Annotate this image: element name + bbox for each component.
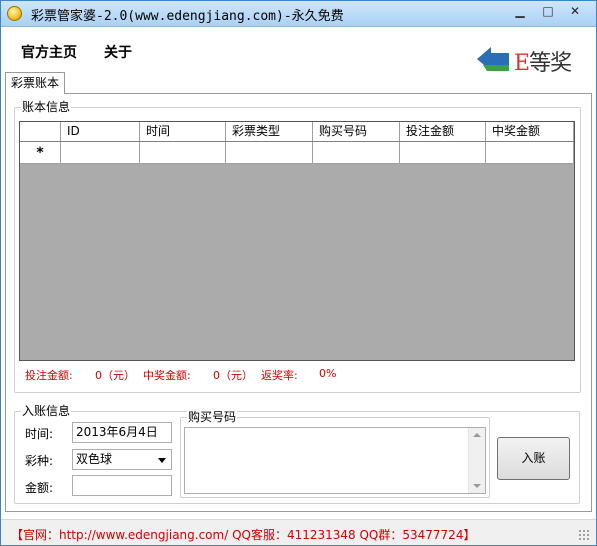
time-label: 时间: <box>25 427 54 441</box>
lottery-type-label: 彩种: <box>25 454 54 468</box>
logo-text: E等奖 <box>514 45 572 77</box>
dropdown-arrow-icon[interactable] <box>158 458 166 463</box>
return-ratio-value: 0% <box>319 367 337 380</box>
new-row-cell-win[interactable] <box>486 142 574 163</box>
return-ratio-label: 返奖率: <box>261 369 298 382</box>
new-row-marker: * <box>20 142 61 163</box>
app-coin-icon <box>7 6 22 21</box>
amount-label: 金额: <box>25 481 54 495</box>
lottery-type-value: 双色球 <box>76 452 113 466</box>
new-row-cell-id[interactable] <box>61 142 140 163</box>
win-total-value: 0（元） <box>213 369 253 382</box>
logo-prefix: E <box>514 51 530 76</box>
scroll-up-icon[interactable] <box>473 433 481 437</box>
menu-home[interactable]: 官方主页 <box>21 42 77 62</box>
account-group-title: 账本信息 <box>21 100 72 114</box>
lottery-type-select[interactable]: 双色球 <box>72 449 172 470</box>
app-window: 彩票管家婆-2.0(www.edengjiang.com)-永久免费 ▁ □ ✕… <box>0 0 597 546</box>
new-row-cell-time[interactable] <box>140 142 226 163</box>
column-header-win-amount[interactable]: 中奖金额 <box>486 122 574 141</box>
maximize-button[interactable]: □ <box>536 3 560 21</box>
grid-corner <box>20 122 61 141</box>
entry-group-title: 入账信息 <box>21 404 72 418</box>
grid-new-row[interactable]: * <box>20 142 574 164</box>
scroll-down-icon[interactable] <box>473 484 481 488</box>
new-row-cell-bet[interactable] <box>400 142 486 163</box>
amount-field[interactable] <box>72 475 172 496</box>
numbers-textarea[interactable] <box>184 427 486 494</box>
submit-entry-button[interactable]: 入账 <box>497 437 570 480</box>
resize-grip-icon[interactable] <box>578 529 590 541</box>
title-bar[interactable]: 彩票管家婆-2.0(www.edengjiang.com)-永久免费 ▁ □ ✕ <box>1 1 596 27</box>
status-bar: 【官网：http://www.edengjiang.com/ QQ客服：4112… <box>1 519 596 545</box>
close-button[interactable]: ✕ <box>563 3 587 21</box>
grid-header: ID 时间 彩票类型 购买号码 投注金额 中奖金额 <box>20 122 574 142</box>
column-header-id[interactable]: ID <box>61 122 140 141</box>
time-field[interactable]: 2013年6月4日 <box>72 422 172 443</box>
numbers-group-title: 购买号码 <box>187 410 238 424</box>
column-header-numbers[interactable]: 购买号码 <box>313 122 400 141</box>
bet-total-label: 投注金额: <box>25 369 73 382</box>
minimize-button[interactable]: ▁ <box>508 3 532 21</box>
menu-about[interactable]: 关于 <box>104 42 132 62</box>
column-header-type[interactable]: 彩票类型 <box>226 122 313 141</box>
column-header-bet-amount[interactable]: 投注金额 <box>400 122 486 141</box>
status-contact-text: 【官网：http://www.edengjiang.com/ QQ客服：4112… <box>11 528 476 542</box>
win-total-label: 中奖金额: <box>143 369 191 382</box>
tab-lottery-ledger[interactable]: 彩票账本 <box>5 72 65 94</box>
new-row-cell-type[interactable] <box>226 142 313 163</box>
numbers-scrollbar[interactable] <box>468 428 485 493</box>
logo-label: 等奖 <box>529 51 572 76</box>
column-header-time[interactable]: 时间 <box>140 122 226 141</box>
window-title: 彩票管家婆-2.0(www.edengjiang.com)-永久免费 <box>31 9 344 24</box>
bet-total-value: 0（元） <box>95 369 135 382</box>
new-row-cell-numbers[interactable] <box>313 142 400 163</box>
ledger-grid[interactable]: ID 时间 彩票类型 购买号码 投注金额 中奖金额 * <box>19 121 575 361</box>
